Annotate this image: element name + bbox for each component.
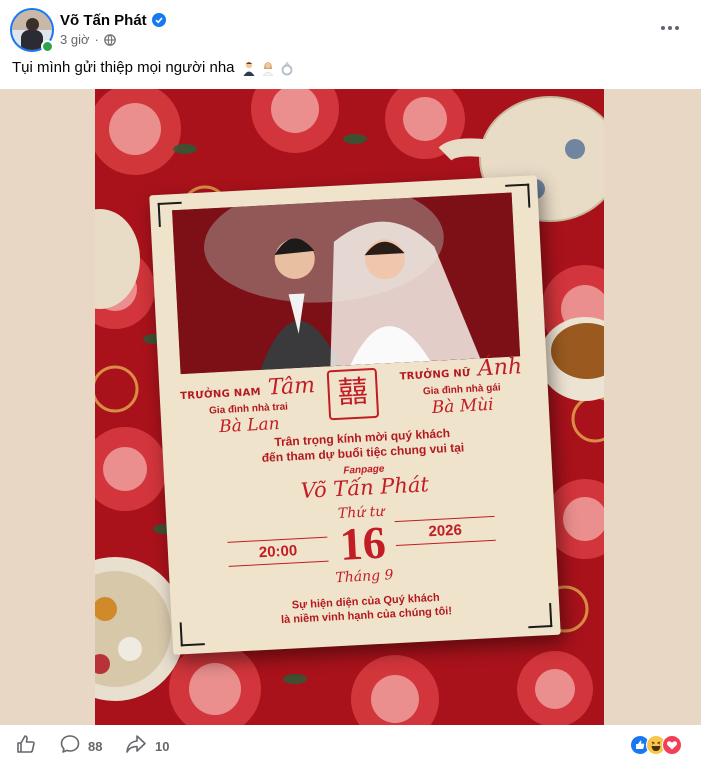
couple-photo (172, 192, 521, 375)
event-year: 2026 (394, 515, 496, 547)
bride-name: Ánh (477, 354, 523, 382)
groom-name: Tâm (267, 373, 316, 401)
caption-text: Tụi mình gửi thiệp mọi người nha (12, 59, 235, 76)
ring-emoji-icon (279, 60, 295, 76)
event-time: 20:00 (227, 536, 329, 567)
wedding-invitation-photo[interactable]: TRƯỞNG NAM Tâm Gia đình nhà trai Bà Lan … (95, 89, 604, 725)
comment-icon (60, 734, 80, 759)
bride-emoji-icon (260, 60, 276, 76)
corner-ornament (505, 183, 531, 209)
like-button[interactable] (16, 734, 36, 759)
corner-ornament (527, 602, 553, 629)
share-icon (125, 734, 147, 759)
closing-message: Sự hiện diện của Quý khách là niềm vinh … (261, 589, 472, 628)
share-button[interactable]: 10 (125, 734, 170, 759)
groom-block: TRƯỞNG NAM Tâm Gia đình nhà trai Bà Lan (177, 373, 320, 439)
comment-count: 88 (88, 738, 103, 754)
groom-emoji-icon (241, 60, 257, 76)
post-timestamp[interactable]: 3 giờ (60, 32, 90, 47)
bride-role: TRƯỞNG NỮ (399, 367, 471, 383)
post-header: Võ Tấn Phát 3 giờ · (0, 0, 701, 56)
online-status-dot (41, 40, 54, 53)
corner-ornament (157, 201, 183, 228)
like-icon (16, 734, 36, 759)
invitation-card: TRƯỞNG NAM Tâm Gia đình nhà trai Bà Lan … (149, 175, 561, 655)
double-happiness-symbol: 囍 (326, 367, 380, 421)
comment-button[interactable]: 88 (60, 734, 103, 759)
corner-ornament (179, 621, 205, 647)
author-name[interactable]: Võ Tấn Phát (60, 12, 147, 29)
bride-block: TRƯỞNG NỮ Ánh Gia đình nhà gái Bà Mùi (390, 354, 533, 420)
globe-icon (104, 33, 116, 46)
love-reaction-icon (662, 735, 682, 755)
more-options-button[interactable] (654, 12, 686, 44)
event-month: Tháng 9 (335, 567, 394, 587)
share-count: 10 (155, 738, 170, 754)
groom-role: TRƯỞNG NAM (179, 386, 262, 403)
meta-separator: · (94, 32, 99, 47)
post-caption: Tụi mình gửi thiệp mọi người nha (12, 59, 295, 76)
reaction-summary[interactable] (630, 735, 682, 755)
verified-badge-icon (151, 13, 166, 27)
post-action-bar: 88 10 (0, 725, 701, 769)
more-dot-icon (661, 26, 665, 30)
feed-post: Võ Tấn Phát 3 giờ · Tụi mình gửi thiệp m… (0, 0, 701, 769)
post-image-container[interactable]: TRƯỞNG NAM Tâm Gia đình nhà trai Bà Lan … (0, 89, 701, 725)
